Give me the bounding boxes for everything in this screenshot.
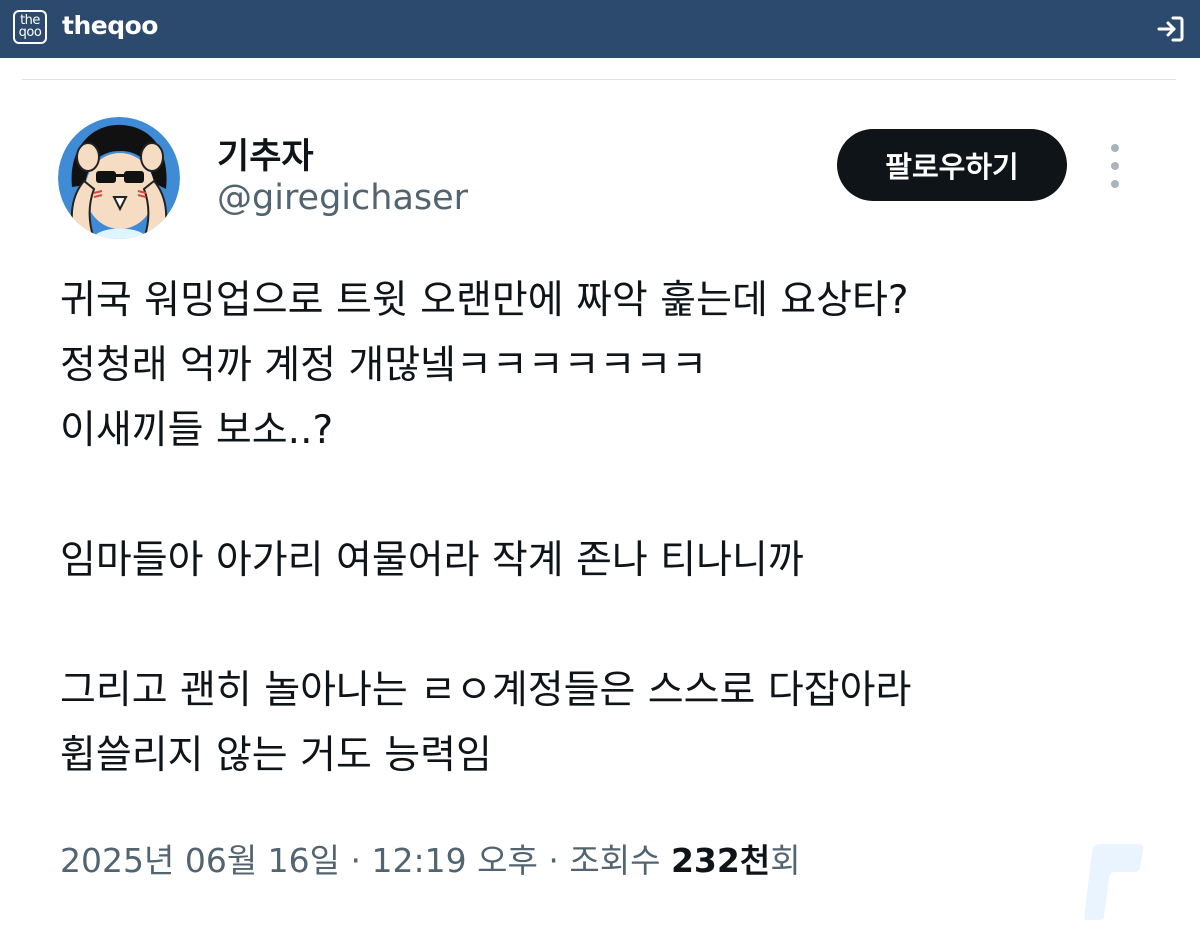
site-name[interactable]: theqoo [62, 11, 158, 40]
corner-watermark [1084, 844, 1144, 920]
tweet-line: 휩쓸리지 않는 거도 능력임 [60, 733, 492, 778]
tweet-meta: 2025년 06월 16일 · 12:19 오후 · 조회수 232천회 [60, 834, 801, 882]
meta-separator: · [350, 841, 362, 880]
tweet-date[interactable]: 2025년 06월 16일 [60, 841, 340, 880]
tweet-line: 정청래 억까 계정 개많넼ㅋㅋㅋㅋㅋㅋㅋ [60, 343, 708, 388]
user-handle[interactable]: @giregichaser [217, 178, 468, 218]
tweet-time[interactable]: 12:19 오후 [372, 841, 538, 880]
avatar[interactable] [58, 117, 180, 239]
more-dot [1111, 162, 1119, 170]
theqoo-logo[interactable]: the qoo [13, 10, 47, 44]
tweet-text: 귀국 워밍업으로 트윗 오랜만에 짜악 훑는데 요상타? 정청래 억까 계정 개… [60, 268, 1160, 788]
site-header: the qoo theqoo [0, 0, 1200, 58]
more-dot [1111, 180, 1119, 188]
more-dot [1111, 144, 1119, 152]
meta-separator: · [548, 841, 559, 880]
logo-bottom-text: qoo [18, 25, 42, 40]
views-suffix: 회 [770, 841, 801, 880]
more-vertical-icon[interactable] [1100, 144, 1130, 188]
tweet-line: 귀국 워밍업으로 트윗 오랜만에 짜악 훑는데 요상타? [60, 278, 909, 323]
login-icon[interactable] [1156, 14, 1186, 44]
views-count: 232천 [670, 841, 771, 880]
tweet-line: 임마들아 아가리 여물어라 작계 존나 티나니까 [60, 538, 804, 583]
tweet-line: 이새끼들 보소..? [60, 408, 334, 453]
views-label: 조회수 [569, 841, 661, 880]
tweet-line: 그리고 괜히 놀아나는 ㄹㅇ계정들은 스스로 다잡아라 [60, 668, 912, 713]
follow-button[interactable]: 팔로우하기 [837, 129, 1067, 201]
avatar-illustration [58, 117, 180, 239]
display-name[interactable]: 기추자 [217, 128, 314, 179]
header-divider [22, 79, 1176, 80]
